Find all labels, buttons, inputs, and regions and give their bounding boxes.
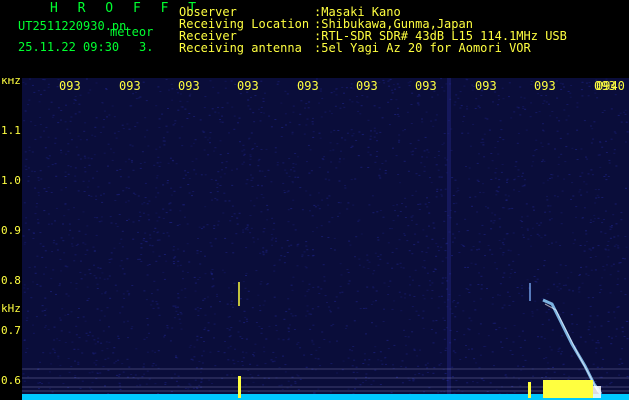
antenna-value: :5el Yagi Az 20 for Aomori VOR: [314, 41, 531, 55]
time-tick-label: 093: [534, 79, 556, 93]
axis-unit-top: kHz: [1, 78, 21, 87]
frequency-tick-label: 0.8: [1, 274, 21, 287]
time-tick-label: 093: [178, 79, 200, 93]
meteor-count: 3.: [139, 40, 154, 54]
frequency-tick-label: 0.7: [1, 324, 21, 337]
datetime-label: 25.11.22 09:30: [18, 40, 120, 54]
spectrogram-background: [22, 78, 629, 400]
axis-unit-mid: kHz: [1, 302, 21, 315]
detection-tag: meteor: [110, 25, 154, 39]
frequency-tick-label: 0.9: [1, 224, 21, 237]
time-tick-label: 093: [356, 79, 378, 93]
frequency-tick-label: 1.1: [1, 124, 21, 137]
time-tick-label: 093: [59, 79, 81, 93]
time-tick-label: 093: [415, 79, 437, 93]
time-tick-label: 0940: [596, 79, 625, 93]
time-tick-label: 093: [237, 79, 259, 93]
time-tick-label: 093: [119, 79, 141, 93]
spectrogram: kHz kHz 1.1 1.0 0.9 0.8 0.7 0.6 093 093 093 093 0…: [1, 78, 629, 400]
frequency-ticks: 1.1 1.0 0.9 0.8 0.7 0.6: [1, 124, 21, 387]
frequency-tick-label: 0.6: [1, 374, 21, 387]
frequency-tick-label: 1.0: [1, 174, 21, 187]
time-tick-label: 093: [475, 79, 497, 93]
antenna-label: Receiving antenna: [179, 41, 302, 55]
time-tick-label: 093: [297, 79, 319, 93]
